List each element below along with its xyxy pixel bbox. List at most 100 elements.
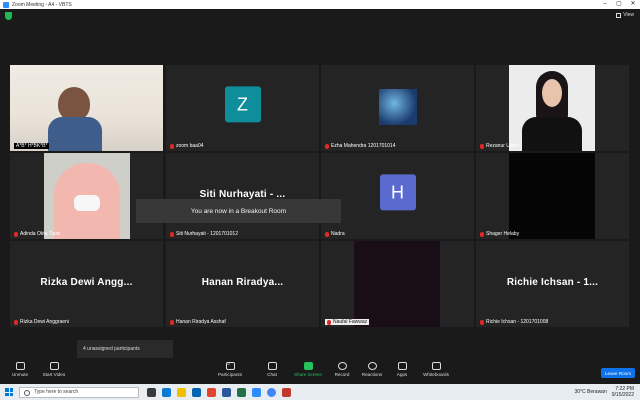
window-controls: – ▢ ✕: [598, 0, 640, 9]
participant-display-name: Richie Ichsan - 1...: [506, 277, 599, 288]
participant-display-name: Hanan Riradya...: [201, 277, 284, 288]
participant-video-off: [509, 153, 595, 239]
security-shield-icon[interactable]: [5, 12, 12, 20]
whiteboard-icon: [431, 362, 441, 370]
grid-icon: [616, 12, 622, 18]
maximize-button[interactable]: ▢: [612, 0, 626, 9]
firefox-icon[interactable]: [207, 387, 216, 397]
record-icon: [337, 362, 347, 370]
muted-mic-icon: [170, 143, 174, 149]
pinned-apps: [147, 387, 291, 397]
file-explorer-icon[interactable]: [177, 387, 186, 397]
unassigned-participants-panel[interactable]: 4 unassigned participants: [77, 340, 173, 358]
apps-icon: [397, 362, 407, 370]
weather-status[interactable]: 30°C Berawan: [574, 389, 606, 395]
leave-room-button[interactable]: Leave Room: [601, 368, 635, 378]
participant-tile[interactable]: Z zoom baa04: [166, 65, 319, 151]
video-camera-icon: [49, 362, 59, 370]
minimize-button[interactable]: –: [598, 0, 612, 9]
apps-label: Apps: [396, 372, 408, 377]
participant-tile[interactable]: Richie Ichsan - 1... Richie Ichsan - 120…: [476, 241, 629, 327]
participant-tile[interactable]: Siti Nurhayati - ... Siti Nurhayati - 12…: [166, 153, 319, 239]
participant-name-bar: A*B* H*BK*B*: [14, 143, 50, 149]
avatar: H: [379, 174, 416, 211]
muted-mic-icon: [14, 231, 18, 237]
edge-icon[interactable]: [162, 387, 171, 397]
participant-name: Hanan Riradya Asshaf: [176, 319, 226, 325]
taskbar-search-input[interactable]: Type here to search: [19, 386, 139, 398]
participant-tile[interactable]: A*B* H*BK*B*: [10, 65, 163, 151]
chrome-icon[interactable]: [267, 387, 276, 397]
participant-video: [354, 241, 440, 327]
window-title: Zoom Meeting - A4 - VBTS: [12, 1, 72, 8]
zoom-app-icon: [3, 1, 9, 8]
participant-tile[interactable]: Rezanur Utami: [476, 65, 629, 151]
excel-icon[interactable]: [237, 387, 246, 397]
start-video-button[interactable]: Start Video: [34, 362, 74, 377]
record-label: Record: [334, 372, 350, 377]
participant-name-bar: Richie Ichsan - 1201701008: [480, 319, 548, 325]
reactions-icon: [367, 362, 377, 370]
start-video-label: Start Video: [42, 372, 66, 377]
participant-name: Nadra: [331, 231, 345, 237]
share-screen-icon: [303, 362, 313, 370]
meeting-topbar: View: [0, 9, 640, 23]
participant-name-bar: Hanan Riradya Asshaf: [170, 319, 226, 325]
participant-name-bar: Adinda Okta Tiara: [14, 231, 60, 237]
participant-tile[interactable]: Shager Helaby: [476, 153, 629, 239]
reactions-label: Reactions: [361, 372, 383, 377]
view-label: View: [623, 12, 634, 18]
muted-mic-icon: [170, 319, 174, 325]
participant-name-bar: Naufal Fawwaz: [325, 319, 370, 325]
participant-tile[interactable]: Rizka Dewi Angg... Rizka Dewi Anggraeni: [10, 241, 163, 327]
participant-name: zoom baa04: [176, 143, 204, 149]
muted-mic-icon: [325, 143, 329, 149]
meeting-toolbar: Unmute Start Video Participants 12 Chat …: [0, 360, 640, 384]
windows-taskbar: Type here to search 30°C Berawan 7:22 PM…: [0, 384, 640, 400]
participant-name: Naufal Fawwaz: [333, 319, 368, 325]
microphone-icon: [15, 362, 25, 370]
windows-start-icon[interactable]: [5, 388, 13, 396]
chat-label: Chat: [267, 372, 277, 377]
participant-name: A*B* H*BK*B*: [16, 143, 48, 149]
whiteboards-button[interactable]: Whiteboards: [416, 362, 456, 377]
breakout-room-notification: You are now in a Breakout Room: [136, 199, 341, 223]
participant-name: Richie Ichsan - 1201701008: [486, 319, 549, 325]
participants-label: Participants: [217, 372, 242, 377]
person-shirt: [48, 117, 102, 151]
store-icon[interactable]: [192, 387, 201, 397]
chat-button[interactable]: Chat: [252, 362, 292, 377]
participant-name-bar: zoom baa04: [170, 143, 204, 149]
muted-mic-icon: [480, 319, 484, 325]
participant-name: Rizka Dewi Anggraeni: [20, 319, 69, 325]
person-face: [542, 79, 562, 107]
muted-mic-icon: [325, 231, 329, 237]
close-button[interactable]: ✕: [626, 0, 640, 9]
view-button[interactable]: View: [616, 12, 634, 18]
muted-mic-icon: [480, 143, 484, 149]
participant-tile[interactable]: H Nadra: [321, 153, 474, 239]
window-titlebar: Zoom Meeting - A4 - VBTS – ▢ ✕: [0, 0, 640, 9]
pdf-icon[interactable]: [282, 387, 291, 397]
participant-name: Adinda Okta Tiara: [20, 231, 61, 237]
participant-tile[interactable]: Naufal Fawwaz: [321, 241, 474, 327]
participants-count: 12: [225, 361, 231, 366]
zoom-taskbar-icon[interactable]: [252, 387, 261, 397]
participant-name-bar: Nadra: [325, 231, 345, 237]
participant-display-name: Rizka Dewi Angg...: [40, 277, 133, 288]
participant-tile[interactable]: Hanan Riradya... Hanan Riradya Asshaf: [166, 241, 319, 327]
participant-name-bar: Siti Nurhayati - 1201701012: [170, 231, 238, 237]
participant-tile[interactable]: Ezha Mahendra 1201701014: [321, 65, 474, 151]
participant-tile[interactable]: Adinda Okta Tiara: [10, 153, 163, 239]
participant-name: Shager Helaby: [486, 231, 520, 237]
person-mask: [74, 195, 100, 211]
avatar: Z: [224, 86, 261, 123]
muted-mic-icon: [14, 319, 18, 325]
muted-mic-icon: [327, 319, 331, 325]
clock[interactable]: 7:22 PM 9/15/2022: [612, 386, 634, 398]
word-icon[interactable]: [222, 387, 231, 397]
task-view-icon[interactable]: [147, 387, 156, 397]
participant-name-bar: Shager Helaby: [480, 231, 519, 237]
participant-name-bar: Rizka Dewi Anggraeni: [14, 319, 69, 325]
person-suit: [522, 117, 582, 151]
